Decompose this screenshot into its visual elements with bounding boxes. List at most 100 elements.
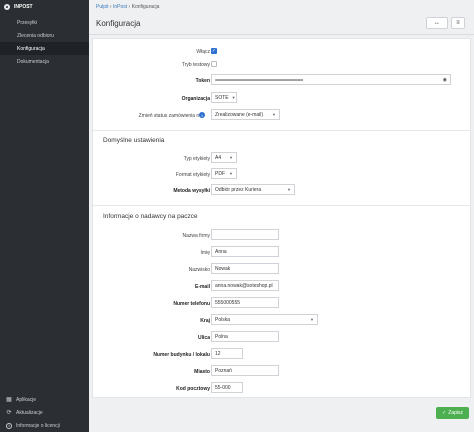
- sidebar-item-dokumentacja[interactable]: Dokumentacja: [0, 55, 89, 68]
- street-input[interactable]: Polna: [211, 331, 279, 342]
- expand-button[interactable]: ↔: [426, 17, 448, 29]
- sidebar-bottom-nav: ▦ Aplikacje ⟳ Aktualizacje i Informacje …: [0, 393, 89, 432]
- status-select[interactable]: Zrealizowane (e-mail) ▼: [211, 109, 280, 120]
- phone-value: 555000555: [215, 299, 241, 306]
- config-form: Włącz ✓ Tryb testowy Token •••••••••••••…: [92, 38, 471, 398]
- enabled-checkbox[interactable]: ✓: [211, 48, 217, 54]
- sidebar-item-licencja[interactable]: i Informacje o licencji: [0, 419, 89, 432]
- eye-icon[interactable]: ◉: [443, 77, 447, 83]
- sidebar-item-przesylki[interactable]: Przesyłki: [0, 16, 89, 29]
- expand-icon: ↔: [434, 20, 440, 26]
- section-divider: [93, 205, 470, 206]
- organization-value: SOTE: [215, 94, 229, 101]
- phone-input[interactable]: 555000555: [211, 297, 279, 308]
- organization-select[interactable]: SOTE ▼: [211, 92, 237, 103]
- country-value: Polska: [215, 316, 231, 323]
- sidebar-item-label: Aplikacje: [16, 396, 37, 403]
- organization-label: Organizacja: [181, 96, 210, 102]
- brand-label: INPOST: [14, 4, 33, 10]
- checkmark-icon: ✓: [211, 48, 217, 54]
- email-label: E-mail: [194, 284, 210, 290]
- label-type-value: A4: [215, 154, 222, 161]
- breadcrumb-parent[interactable]: InPost: [113, 4, 127, 10]
- grid-icon: ▦: [6, 396, 12, 403]
- save-button-label: Zapisz: [448, 410, 463, 416]
- last-name-label: Nazwisko: [188, 267, 210, 273]
- token-label: Token: [195, 78, 210, 84]
- refresh-icon: ⟳: [6, 409, 12, 416]
- info-icon[interactable]: i: [199, 112, 205, 118]
- sidebar-nav: Przesyłki Zlecenia odbioru Konfiguracja …: [0, 16, 89, 68]
- company-input[interactable]: [211, 229, 279, 240]
- country-select[interactable]: Polska ▼: [211, 314, 318, 325]
- sidebar-item-aplikacje[interactable]: ▦ Aplikacje: [0, 393, 89, 406]
- breadcrumb: Pulpit › InPost › Konfiguracja: [96, 4, 159, 10]
- chevron-down-icon: ▼: [229, 171, 233, 176]
- defaults-section-title: Domyślne ustawienia: [103, 137, 165, 144]
- page-title: Konfiguracja: [96, 19, 141, 28]
- sidebar-item-aktualizacje[interactable]: ⟳ Aktualizacje: [0, 406, 89, 419]
- postal-code-input[interactable]: 55-000: [211, 382, 243, 393]
- test-mode-checkbox[interactable]: [211, 61, 217, 67]
- chevron-down-icon: ▼: [287, 187, 291, 192]
- shipping-method-value: Odbiór przez Kuriera: [215, 186, 262, 193]
- breadcrumb-separator: ›: [128, 4, 131, 10]
- info-icon: i: [6, 422, 12, 429]
- status-value: Zrealizowane (e-mail): [215, 111, 264, 118]
- label-type-label: Typ etykiety: [183, 156, 210, 162]
- brand[interactable]: INPOST: [0, 0, 89, 14]
- sidebar-item-label: Aktualizacje: [16, 409, 43, 416]
- sidebar-item-label: Zlecenia odbioru: [17, 32, 54, 39]
- checkmark-icon: ✓: [442, 410, 447, 416]
- chevron-down-icon: ▼: [231, 95, 236, 100]
- section-divider: [93, 130, 470, 131]
- email-input[interactable]: anna.nowak@soteshop.pl: [211, 280, 279, 291]
- header-divider: [89, 34, 474, 35]
- chevron-down-icon: ▼: [229, 155, 233, 160]
- sender-section-title: Informacje o nadawcy na paczce: [103, 213, 198, 220]
- test-mode-label: Tryb testowy: [181, 62, 210, 68]
- sidebar-item-zlecenia[interactable]: Zlecenia odbioru: [0, 29, 89, 42]
- building-input[interactable]: 12: [211, 348, 243, 359]
- building-label: Numer budynku / lokalu: [153, 352, 210, 358]
- city-label: Miasto: [194, 369, 210, 375]
- main-content: Pulpit › InPost › Konfiguracja Konfigura…: [89, 0, 474, 432]
- inpost-logo-icon: [4, 4, 10, 10]
- company-label: Nazwa firmy: [182, 233, 210, 239]
- sidebar-item-label: Informacje o licencji: [16, 422, 60, 429]
- last-name-input[interactable]: Nowak: [211, 263, 279, 274]
- first-name-input[interactable]: Anna: [211, 246, 279, 257]
- sidebar-item-label: Konfiguracja: [17, 45, 45, 52]
- label-format-select[interactable]: PDF ▼: [211, 168, 237, 179]
- postal-code-value: 55-000: [215, 384, 231, 391]
- breadcrumb-root[interactable]: Pulpit: [96, 4, 109, 10]
- sidebar-item-label: Przesyłki: [17, 19, 38, 26]
- shipping-method-label: Metoda wysyłki: [173, 188, 210, 194]
- sidebar-item-label: Dokumentacja: [17, 58, 49, 65]
- postal-code-label: Kod pocztowy: [176, 386, 210, 392]
- token-value: ••••••••••••••••••••••••••••••••••••••••…: [215, 77, 304, 82]
- first-name-label: Imię: [200, 250, 210, 256]
- save-button[interactable]: ✓ Zapisz: [436, 407, 469, 419]
- label-format-label: Format etykiety: [175, 172, 210, 178]
- token-input[interactable]: ••••••••••••••••••••••••••••••••••••••••…: [211, 74, 451, 85]
- label-format-value: PDF: [215, 170, 225, 177]
- shipping-method-select[interactable]: Odbiór przez Kuriera ▼: [211, 184, 295, 195]
- street-label: Ulica: [198, 335, 210, 341]
- status-label: Zmień status zamówienia na: [138, 113, 202, 119]
- breadcrumb-current: Konfiguracja: [131, 4, 160, 10]
- phone-label: Numer telefonu: [173, 301, 210, 307]
- label-type-select[interactable]: A4 ▼: [211, 152, 237, 163]
- country-label: Kraj: [200, 318, 210, 324]
- email-value: anna.nowak@soteshop.pl: [215, 282, 273, 289]
- sidebar-item-konfiguracja[interactable]: Konfiguracja: [0, 42, 89, 55]
- menu-icon: ≡: [456, 20, 460, 26]
- first-name-value: Anna: [215, 248, 227, 255]
- city-input[interactable]: Poznań: [211, 365, 279, 376]
- sidebar: INPOST Przesyłki Zlecenia odbioru Konfig…: [0, 0, 89, 432]
- chevron-down-icon: ▼: [272, 112, 276, 117]
- menu-button[interactable]: ≡: [451, 17, 465, 29]
- building-value: 12: [215, 350, 221, 357]
- street-value: Polna: [215, 333, 228, 340]
- breadcrumb-separator: ›: [109, 4, 112, 10]
